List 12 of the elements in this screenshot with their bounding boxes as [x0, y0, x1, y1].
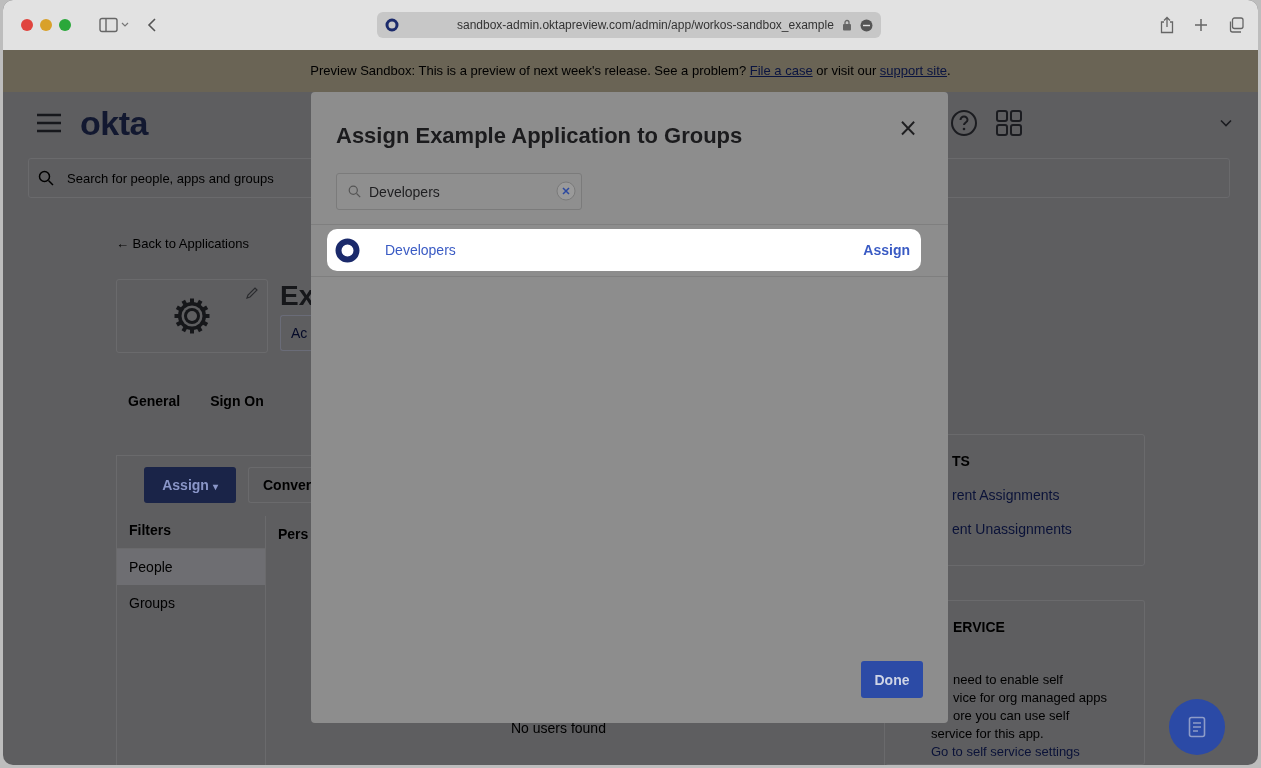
app-title: Ex: [280, 279, 315, 313]
self-service-text: service for this app.: [931, 725, 1045, 743]
preview-banner-message: Preview Sandbox: This is a preview of next week's release. See a problem? File a case or visit our support site.: [3, 50, 1258, 92]
url-text: sandbox-admin.oktapreview.com/admin/app/workos-sandbox_example: [456, 18, 834, 32]
card-heading: ERVICE: [953, 619, 1005, 635]
self-service-text: ore you can use self: [953, 707, 1071, 725]
self-service-text: vice for org managed apps: [953, 689, 1107, 707]
self-service-text: need to enable self: [953, 671, 1064, 689]
column-header: Pers: [277, 525, 310, 542]
empty-state-text: No users found: [511, 720, 606, 736]
dialog-title: Assign Example Application to Groups: [336, 123, 744, 149]
card-heading: TS: [952, 453, 970, 469]
